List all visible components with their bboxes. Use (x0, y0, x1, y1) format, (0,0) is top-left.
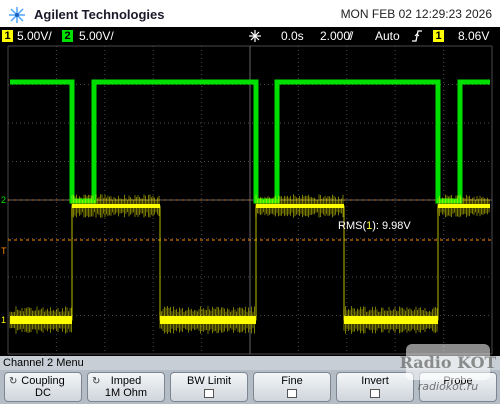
waveform-display[interactable]: 2 1 T (0, 44, 500, 356)
rising-edge-icon (412, 30, 422, 42)
knob-icon: ↻ (9, 376, 18, 387)
trigger-mode[interactable]: Auto (375, 29, 400, 43)
trigger-position-icon (249, 30, 261, 42)
fine-label: Fine (281, 375, 303, 387)
rms-measurement: RMS(1): 9.98V (338, 220, 411, 232)
probe-softkey[interactable]: Probe (419, 372, 497, 402)
fine-softkey[interactable]: Fine (253, 372, 331, 402)
ch2-scale[interactable]: 5.00V/ (79, 29, 114, 43)
brand-name: Agilent Technologies (34, 7, 165, 22)
impedance-value: 1M Ohm (104, 387, 148, 399)
rms-value: ): 9.98V (372, 220, 411, 232)
trigger-level[interactable]: 8.06V (458, 29, 489, 43)
invert-label: Invert (361, 375, 389, 387)
ch2-ground-marker[interactable]: 2 (1, 195, 6, 205)
ch1-ground-marker[interactable]: 1 (1, 315, 6, 325)
coupling-softkey[interactable]: ↻ Coupling DC (4, 372, 82, 402)
ch1-badge[interactable]: 1 (2, 30, 13, 42)
ch2-badge[interactable]: 2 (62, 30, 73, 42)
impedance-softkey[interactable]: ↻ Imped 1M Ohm (87, 372, 165, 402)
fine-checkbox[interactable] (287, 389, 297, 398)
bw-limit-checkbox[interactable] (204, 389, 214, 398)
knob-icon: ↻ (92, 376, 101, 387)
bw-limit-label: BW Limit (187, 375, 231, 387)
coupling-value: DC (35, 387, 51, 399)
header-bar: Agilent Technologies MON FEB 02 12:29:23… (0, 0, 500, 27)
timebase-scale[interactable]: 2.000̸/ (320, 29, 353, 43)
rms-label: RMS( (338, 220, 367, 232)
invert-checkbox[interactable] (370, 389, 380, 398)
trigger-position[interactable]: 0.0s (281, 29, 304, 43)
menu-title: Channel 2 Menu (0, 356, 500, 370)
ch1-high-segment-noise (437, 194, 490, 218)
agilent-spark-icon (9, 7, 25, 23)
probe-label: Probe (443, 375, 473, 387)
date-time: MON FEB 02 12:29:23 2026 (340, 7, 492, 21)
invert-softkey[interactable]: Invert (336, 372, 414, 402)
softkey-bar: ↻ Coupling DC ↻ Imped 1M Ohm BW Limit Fi… (0, 370, 500, 404)
ch1-low-segment (344, 316, 438, 324)
status-bar: 1 5.00V/ 2 5.00V/ 0.0s 2.000̸/ Auto 1 8.… (0, 27, 500, 44)
bw-limit-softkey[interactable]: BW Limit (170, 372, 248, 402)
ch1-scale[interactable]: 5.00V/ (17, 29, 52, 43)
trigger-level-marker[interactable]: T (1, 246, 7, 256)
trigger-source-badge[interactable]: 1 (433, 30, 444, 42)
